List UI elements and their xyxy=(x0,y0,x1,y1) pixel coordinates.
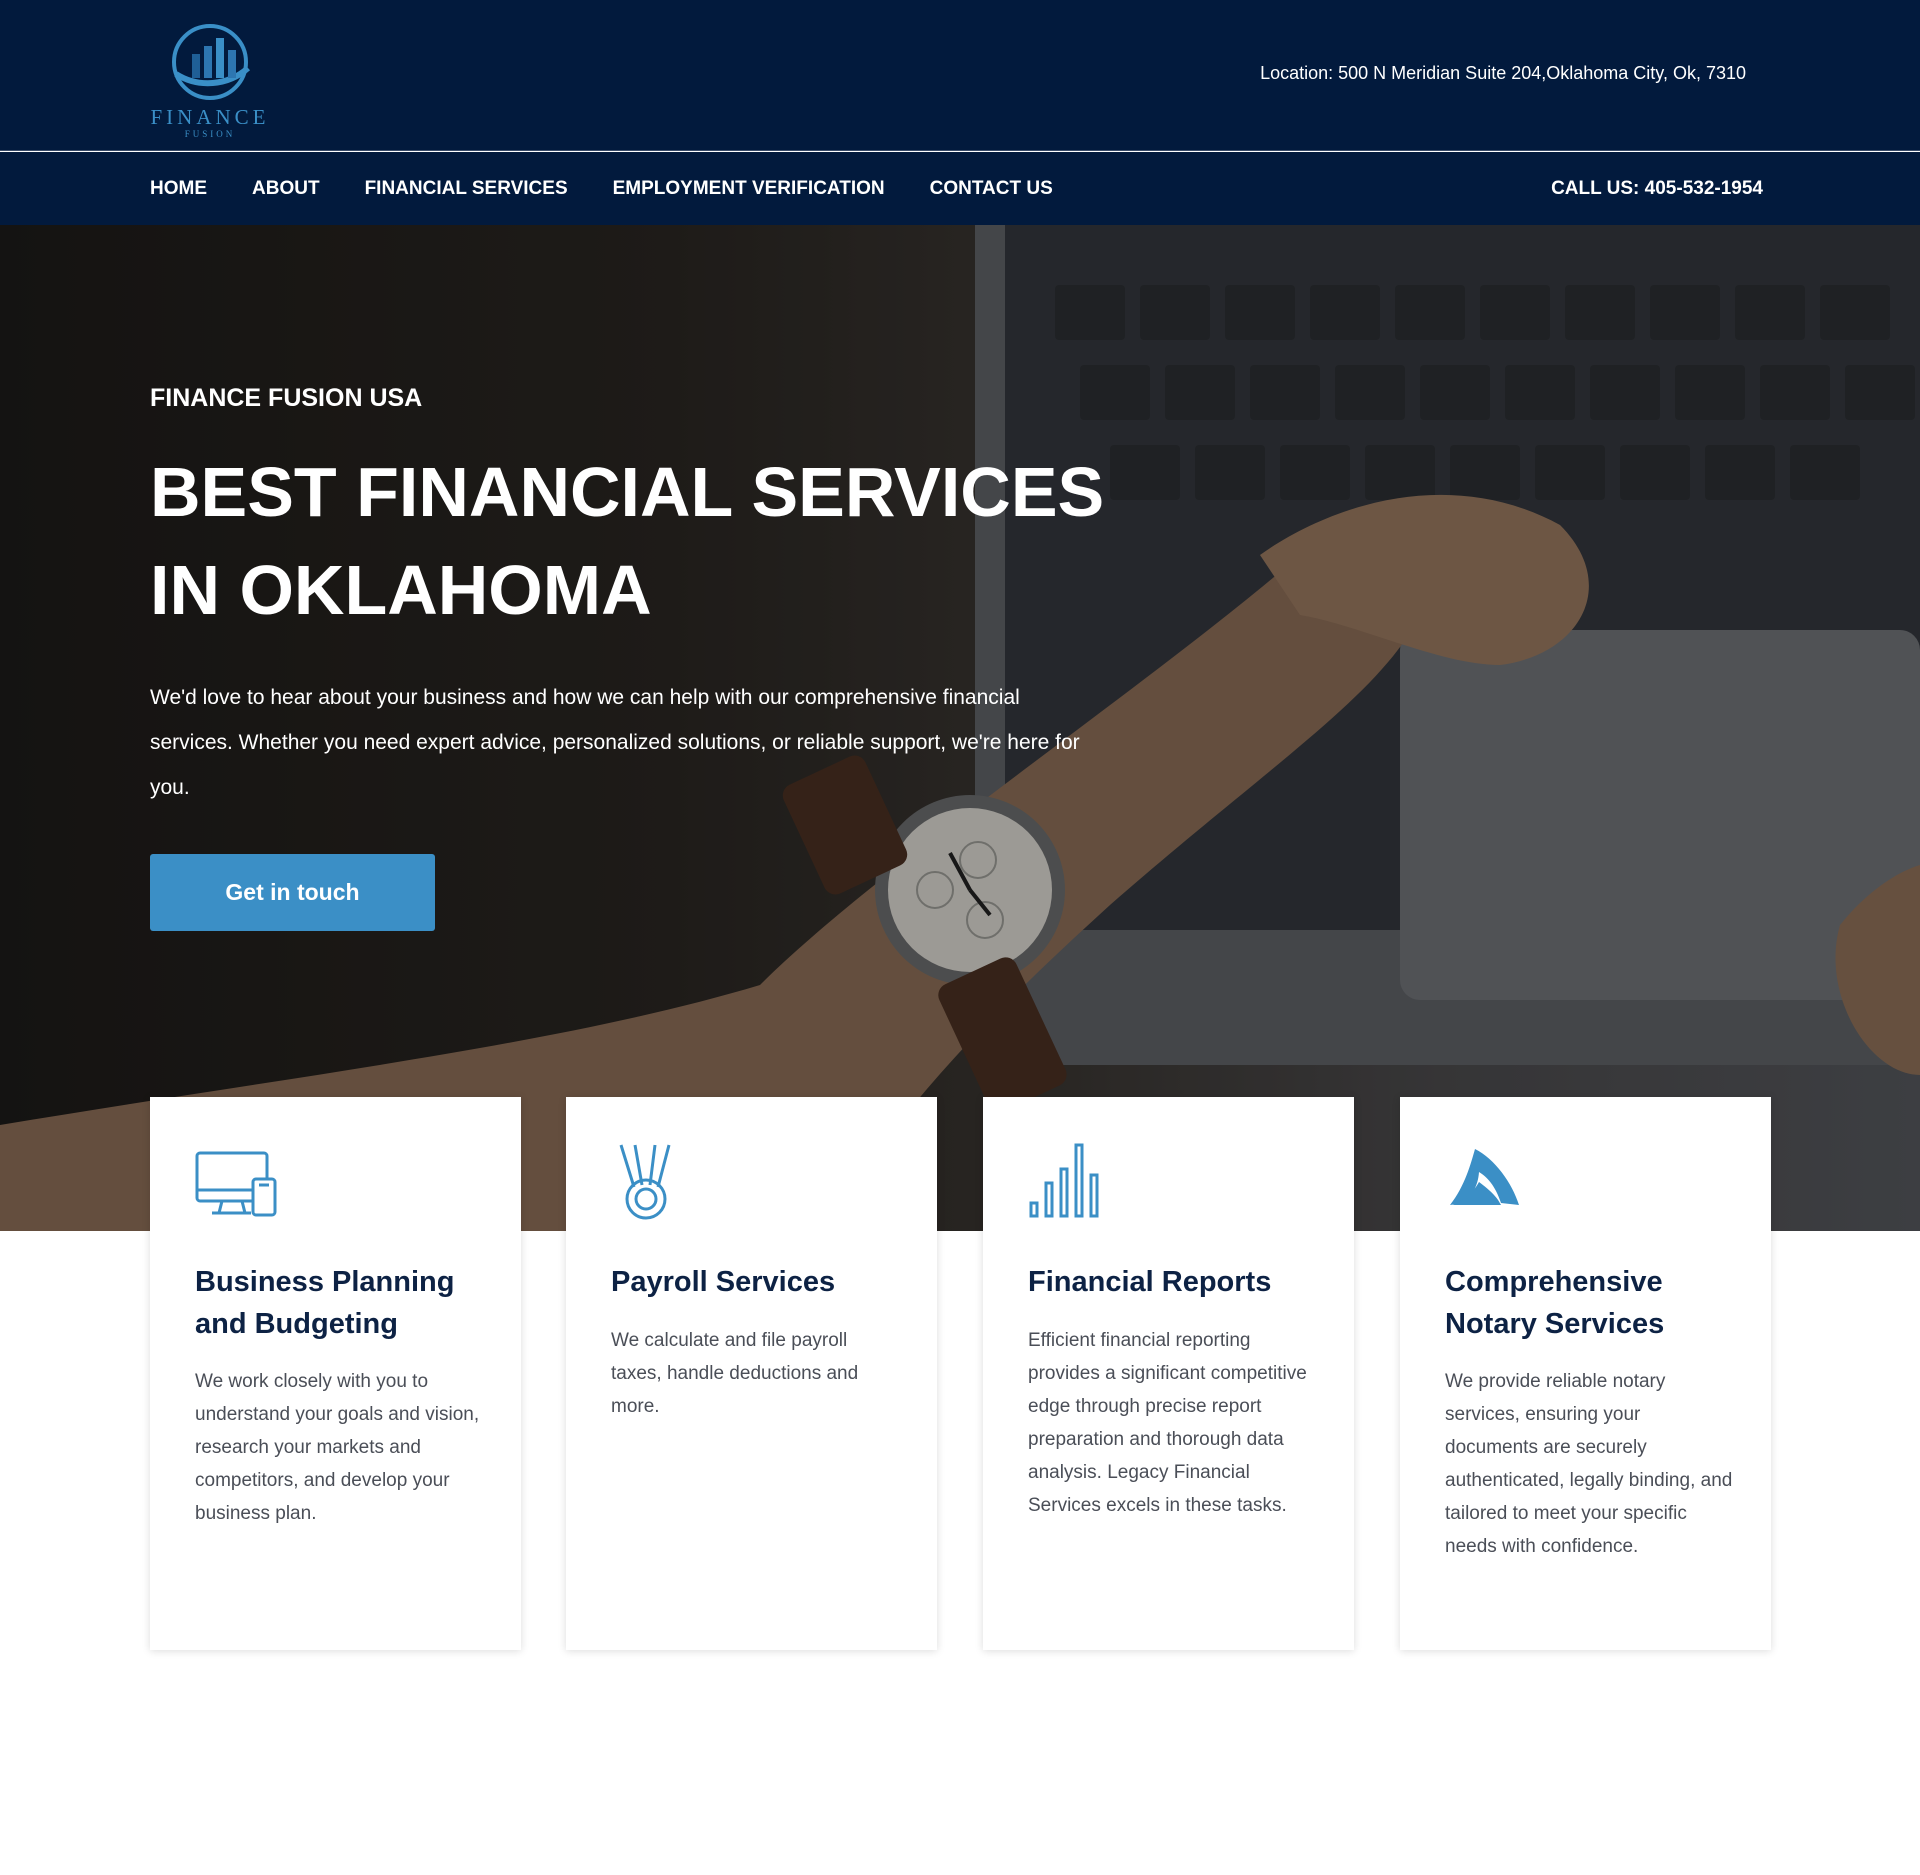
service-card-payroll[interactable]: Payroll Services We calculate and file p… xyxy=(566,1097,937,1650)
fin-icon xyxy=(1445,1141,1527,1223)
bar-chart-icon xyxy=(1028,1141,1110,1223)
card-text: Efficient financial reporting provides a… xyxy=(1028,1330,1307,1516)
nav-home[interactable]: HOME xyxy=(150,176,207,202)
service-card-business-planning[interactable]: Business Planning and Budgeting We work … xyxy=(150,1097,521,1650)
card-title: Business Planning and Budgeting xyxy=(195,1266,455,1340)
medal-icon xyxy=(611,1141,693,1223)
location-text: Location: 500 N Meridian Suite 204,Oklah… xyxy=(1260,63,1746,83)
logo-subtext: FUSION xyxy=(184,129,236,139)
card-title: Payroll Services xyxy=(611,1266,836,1298)
call-us-phone[interactable]: CALL US: 405-532-1954 xyxy=(1551,176,1763,202)
main-navigation: HOME ABOUT FINANCIAL SERVICES EMPLOYMENT… xyxy=(0,152,1920,225)
get-in-touch-button[interactable]: Get in touch xyxy=(150,854,435,931)
devices-icon xyxy=(195,1141,277,1223)
top-header: FINANCE FUSION Location: 500 N Meridian … xyxy=(0,0,1920,151)
nav-employment-verification[interactable]: EMPLOYMENT VERIFICATION xyxy=(613,176,885,202)
nav-contact-us[interactable]: CONTACT US xyxy=(930,176,1053,202)
nav-links: HOME ABOUT FINANCIAL SERVICES EMPLOYMENT… xyxy=(150,176,1098,202)
hero-title: BEST FINANCIAL SERVICES IN OKLAHOMA xyxy=(150,453,1105,629)
card-text: We work closely with you to understand y… xyxy=(195,1371,480,1524)
service-card-financial-reports[interactable]: Financial Reports Efficient financial re… xyxy=(983,1097,1354,1650)
hero-kicker: FINANCE FUSION USA xyxy=(150,384,423,412)
hero-section: FINANCE FUSION USA BEST FINANCIAL SERVIC… xyxy=(0,225,1920,1231)
card-text: We calculate and file payroll taxes, han… xyxy=(611,1330,859,1417)
card-title: Financial Reports xyxy=(1028,1266,1272,1298)
hero-description: We'd love to hear about your business an… xyxy=(150,686,1080,799)
services-cards: Business Planning and Budgeting We work … xyxy=(150,1097,1771,1650)
card-title: Comprehensive Notary Services xyxy=(1445,1266,1665,1340)
nav-financial-services[interactable]: FINANCIAL SERVICES xyxy=(365,176,568,202)
service-card-notary[interactable]: Comprehensive Notary Services We provide… xyxy=(1400,1097,1771,1650)
card-text: We provide reliable notary services, ens… xyxy=(1445,1371,1733,1557)
logo-text: FINANCE xyxy=(150,105,270,129)
nav-about[interactable]: ABOUT xyxy=(252,176,320,202)
